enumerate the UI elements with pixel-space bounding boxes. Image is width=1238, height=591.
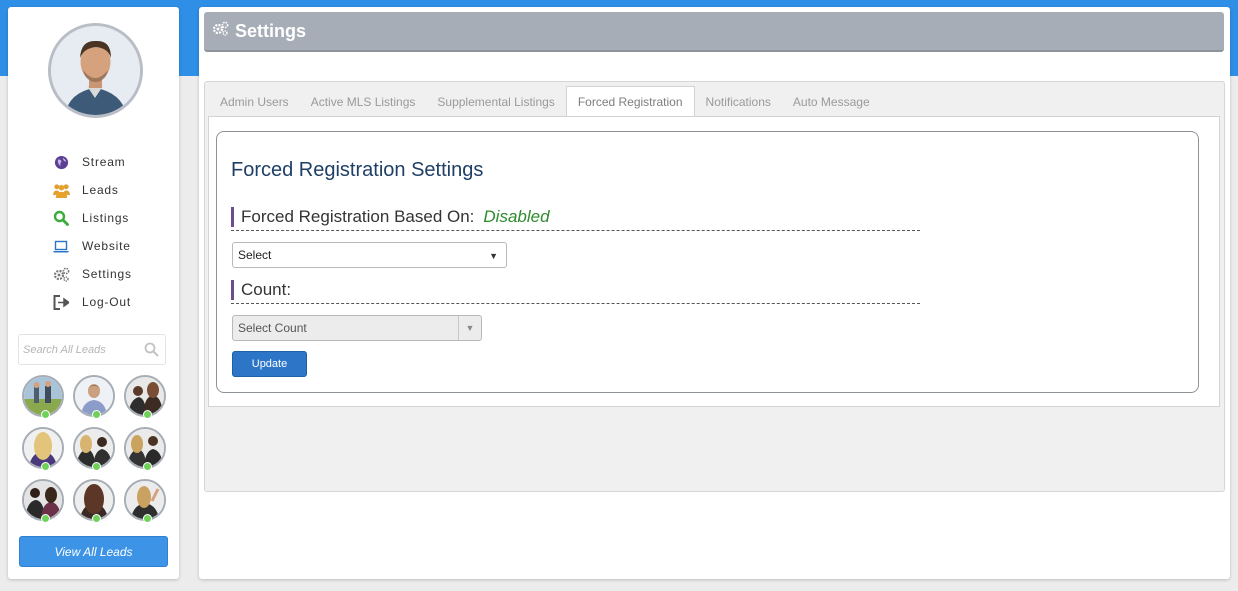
based-on-heading: Forced Registration Based On: Disabled: [231, 204, 920, 231]
online-indicator: [92, 410, 101, 419]
status-badge: Disabled: [483, 207, 550, 226]
settings-tabs: Admin Users Active MLS Listings Suppleme…: [209, 86, 881, 117]
globe-icon: [52, 153, 70, 171]
online-indicator: [92, 514, 101, 523]
tab-forced-registration[interactable]: Forced Registration: [565, 86, 695, 117]
tab-active-mls-listings[interactable]: Active MLS Listings: [300, 86, 427, 117]
sidebar-item-settings[interactable]: Settings: [52, 260, 132, 288]
based-on-label: Forced Registration Based On:: [241, 207, 475, 226]
select-value: Select: [238, 248, 272, 262]
sidebar-item-label: Stream: [82, 155, 126, 169]
sidebar-item-label: Leads: [82, 183, 119, 197]
update-button[interactable]: Update: [232, 351, 307, 377]
lead-avatar[interactable]: [73, 427, 115, 471]
sidebar-item-logout[interactable]: Log-Out: [52, 288, 132, 316]
dropdown-arrow-icon: ▼: [458, 316, 481, 340]
sidebar-item-leads[interactable]: Leads: [52, 176, 132, 204]
based-on-select[interactable]: Select ▼: [232, 242, 507, 268]
online-indicator: [41, 462, 50, 471]
tab-content: Forced Registration Settings Forced Regi…: [208, 116, 1220, 407]
lead-avatar[interactable]: [124, 375, 166, 419]
lead-avatar[interactable]: [124, 427, 166, 471]
tab-admin-users[interactable]: Admin Users: [209, 86, 300, 117]
count-select[interactable]: Select Count ▼: [232, 315, 482, 341]
sidebar-item-label: Settings: [82, 267, 132, 281]
online-indicator: [41, 514, 50, 523]
page-title: Settings: [235, 20, 307, 41]
section-title: Forced Registration Settings: [231, 159, 484, 181]
lead-avatar[interactable]: [73, 375, 115, 419]
lead-avatar[interactable]: [124, 479, 166, 523]
lead-avatar[interactable]: [73, 479, 115, 523]
select-value: Select Count: [238, 321, 307, 335]
sidebar-item-label: Website: [82, 239, 131, 253]
main-panel: Settings Admin Users Active MLS Listings…: [199, 7, 1230, 579]
sidebar-item-website[interactable]: Website: [52, 232, 132, 260]
online-indicator: [143, 410, 152, 419]
laptop-icon: [52, 237, 70, 255]
lead-avatar[interactable]: [22, 427, 64, 471]
search-icon: [52, 209, 70, 227]
heading-accent-bar: [231, 207, 234, 227]
search-icon[interactable]: [144, 342, 159, 362]
users-icon: [52, 181, 70, 199]
sidebar-item-listings[interactable]: Listings: [52, 204, 132, 232]
online-indicator: [41, 410, 50, 419]
page-header: Settings: [204, 12, 1224, 52]
online-indicator: [143, 462, 152, 471]
online-indicator: [92, 462, 101, 471]
settings-tab-panel: Admin Users Active MLS Listings Suppleme…: [204, 81, 1225, 492]
tab-auto-message[interactable]: Auto Message: [782, 86, 881, 117]
sidebar-item-label: Listings: [82, 211, 130, 225]
sidebar-item-stream[interactable]: Stream: [52, 148, 132, 176]
count-heading: Count:: [231, 277, 920, 304]
forced-registration-card: Forced Registration Settings Forced Regi…: [216, 131, 1199, 393]
sidebar-nav: Stream Leads Listings Website Settings L…: [52, 148, 132, 316]
tab-supplemental-listings[interactable]: Supplemental Listings: [426, 86, 565, 117]
dropdown-arrow-icon: ▼: [489, 251, 498, 261]
count-label: Count:: [241, 280, 292, 299]
tab-notifications[interactable]: Notifications: [695, 86, 782, 117]
gears-icon: [212, 21, 229, 41]
sidebar-item-label: Log-Out: [82, 295, 131, 309]
online-indicator: [143, 514, 152, 523]
search-leads-input[interactable]: [19, 335, 137, 364]
gears-icon: [52, 265, 70, 283]
heading-accent-bar: [231, 280, 234, 300]
logout-icon: [52, 293, 70, 311]
sidebar: Stream Leads Listings Website Settings L…: [8, 7, 179, 579]
search-leads-box: [18, 334, 166, 365]
profile-avatar[interactable]: [48, 23, 143, 118]
lead-avatar[interactable]: [22, 479, 64, 523]
lead-avatar[interactable]: [22, 375, 64, 419]
view-all-leads-button[interactable]: View All Leads: [19, 536, 168, 567]
